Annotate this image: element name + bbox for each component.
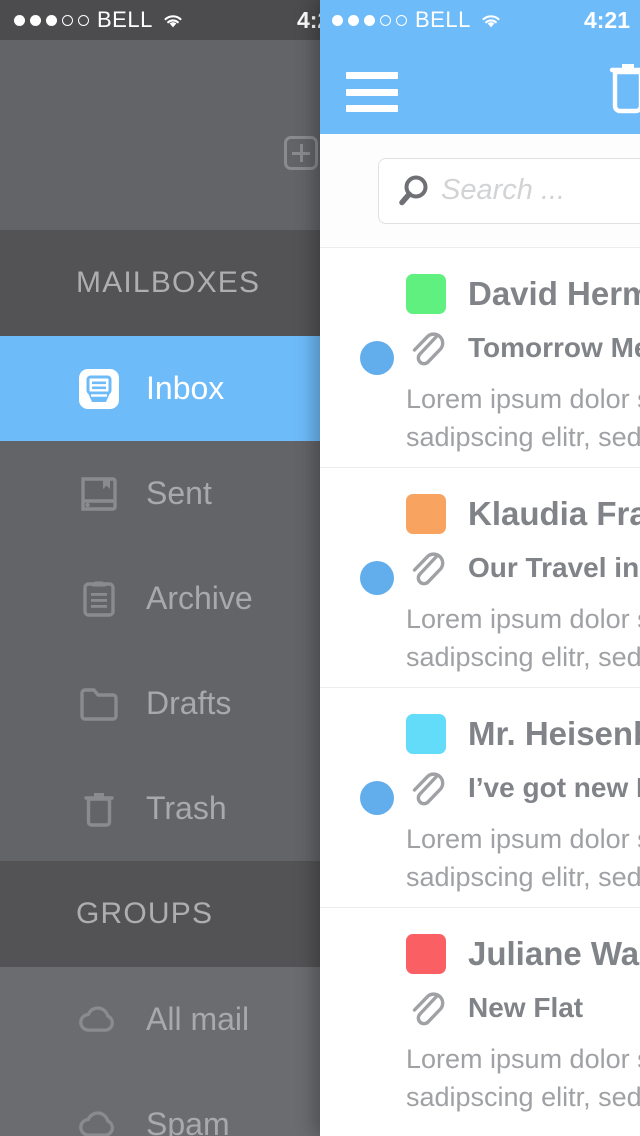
- mail-preview-line: Lorem ipsum dolor sit amet, consetetur: [406, 384, 640, 414]
- navigation-bar: [320, 40, 640, 134]
- sidebar-item-label: Trash: [146, 790, 227, 826]
- signal-strength-dots: [332, 14, 407, 26]
- mail-subject-line: Our Travel in October: [406, 540, 640, 596]
- wifi-icon: [479, 11, 503, 29]
- sidebar-item-label: Inbox: [146, 370, 225, 406]
- sender-name: Klaudia Franz: [468, 495, 640, 532]
- signal-dot-filled: [332, 14, 343, 26]
- sender-name: David Herman: [468, 275, 640, 312]
- signal-dot-filled: [348, 14, 359, 26]
- mail-sender-line: Mr. Heisenberg: [406, 708, 640, 760]
- cloud-icon: [76, 1102, 122, 1136]
- sidebar-section-label: MAILBOXES: [76, 266, 261, 299]
- sender-color-swatch: [406, 934, 446, 974]
- sender-color-swatch: [406, 714, 446, 754]
- list-item[interactable]: Klaudia Franz Our Travel in October Lore…: [320, 468, 640, 688]
- paperclip-icon: [406, 987, 446, 1029]
- list-item[interactable]: David Herman Tomorrow Meeting Lorem ipsu…: [320, 248, 640, 468]
- trash-bin-icon: [76, 786, 122, 832]
- search-bar-container: [320, 134, 640, 248]
- unread-indicator: [360, 341, 394, 375]
- signal-strength-dots: [14, 14, 89, 26]
- mail-preview-line: Lorem ipsum dolor sit amet, consetetur: [406, 1044, 640, 1074]
- wifi-icon: [161, 11, 185, 29]
- main-status-bar: BELL 4:21: [320, 0, 640, 40]
- mail-preview-line: Lorem ipsum dolor sit amet, consetetur: [406, 604, 640, 634]
- mail-subject: I’ve got new Material: [468, 772, 640, 803]
- status-bar-left: BELL: [332, 7, 503, 33]
- sidebar-item-label: Drafts: [146, 685, 232, 721]
- mail-subject-line: I’ve got new Material: [406, 760, 640, 816]
- hamburger-menu-icon[interactable]: [346, 72, 398, 112]
- cloud-icon: [76, 997, 122, 1043]
- drafts-folder-icon: [76, 681, 122, 727]
- mail-subject: New Flat: [468, 992, 584, 1023]
- signal-dot-filled: [364, 14, 375, 26]
- sidebar-item-label: All mail: [146, 1001, 250, 1037]
- mail-preview-line: sadipscing elitr, sed diam nonumy: [406, 422, 640, 453]
- list-item[interactable]: Mr. Heisenberg I’ve got new Material Lor…: [320, 688, 640, 908]
- signal-dot-empty: [380, 14, 391, 26]
- paperclip-icon: [406, 767, 446, 809]
- mail-subject: Our Travel in October: [468, 552, 640, 583]
- sidebar-item-label: Archive: [146, 580, 253, 616]
- signal-dot-empty: [62, 14, 73, 26]
- signal-dot-filled: [46, 14, 57, 26]
- mail-preview-line: sadipscing elitr, sed diam nonumy: [406, 1082, 640, 1113]
- mail-preview-line: Lorem ipsum dolor sit amet, consetetur: [406, 824, 640, 854]
- sidebar-section-label: GROUPS: [76, 897, 214, 930]
- carrier-label: BELL: [415, 7, 471, 32]
- unread-indicator: [360, 781, 394, 815]
- sent-book-icon: [76, 471, 122, 517]
- status-bar-left: BELL: [14, 7, 185, 33]
- trash-bin-icon[interactable]: [602, 58, 640, 120]
- hamburger-line: [346, 105, 398, 112]
- hamburger-line: [346, 88, 398, 96]
- search-box[interactable]: [378, 157, 640, 224]
- sender-name: Mr. Heisenberg: [468, 715, 640, 752]
- search-magnifier-icon: [395, 171, 435, 211]
- mail-preview-line: sadipscing elitr, sed diam nonumy: [406, 642, 640, 673]
- sender-color-swatch: [406, 274, 446, 314]
- signal-dot-filled: [30, 14, 41, 26]
- list-item[interactable]: Juliane Wagner New Flat Lorem ipsum dolo…: [320, 908, 640, 1128]
- mail-preview: Lorem ipsum dolor sit amet, consetetur s…: [406, 600, 640, 677]
- signal-dot-empty: [78, 14, 89, 26]
- hamburger-line: [346, 72, 398, 79]
- mail-list: David Herman Tomorrow Meeting Lorem ipsu…: [320, 248, 640, 1128]
- signal-dot-filled: [14, 14, 25, 26]
- mail-panel: BELL 4:21 Search ... David Her Tomorrow …: [320, 0, 640, 1136]
- sender-color-swatch: [406, 494, 446, 534]
- mail-subject-line: New Flat: [406, 980, 640, 1036]
- sidebar-item-label: Spam: [146, 1106, 230, 1136]
- sidebar-item-label: Sent: [146, 475, 212, 511]
- paperclip-icon: [406, 327, 446, 369]
- mail-sender-line: David Herman: [406, 268, 640, 320]
- mail-sender-line: Klaudia Franz: [406, 488, 640, 540]
- compose-new-message-icon[interactable]: [284, 136, 318, 170]
- mail-sender-line: Juliane Wagner: [406, 928, 640, 980]
- app-root: BELL 4:21 MAILBOXES: [0, 0, 640, 1136]
- carrier-label: BELL: [97, 7, 153, 32]
- archive-clipboard-icon: [76, 576, 122, 622]
- paperclip-icon: [406, 547, 446, 589]
- inbox-tray-icon: [76, 366, 122, 412]
- mail-preview: Lorem ipsum dolor sit amet, consetetur s…: [406, 1040, 640, 1117]
- signal-dot-empty: [396, 14, 407, 26]
- mail-subject-line: Tomorrow Meeting: [406, 320, 640, 376]
- sender-name: Juliane Wagner: [468, 935, 640, 972]
- unread-indicator: [360, 561, 394, 595]
- mail-preview: Lorem ipsum dolor sit amet, consetetur s…: [406, 820, 640, 897]
- mail-preview-line: sadipscing elitr, sed diam nonumy: [406, 862, 640, 893]
- mail-preview: Lorem ipsum dolor sit amet, consetetur s…: [406, 380, 640, 457]
- search-input[interactable]: [441, 174, 640, 207]
- mail-subject: Tomorrow Meeting: [468, 332, 640, 363]
